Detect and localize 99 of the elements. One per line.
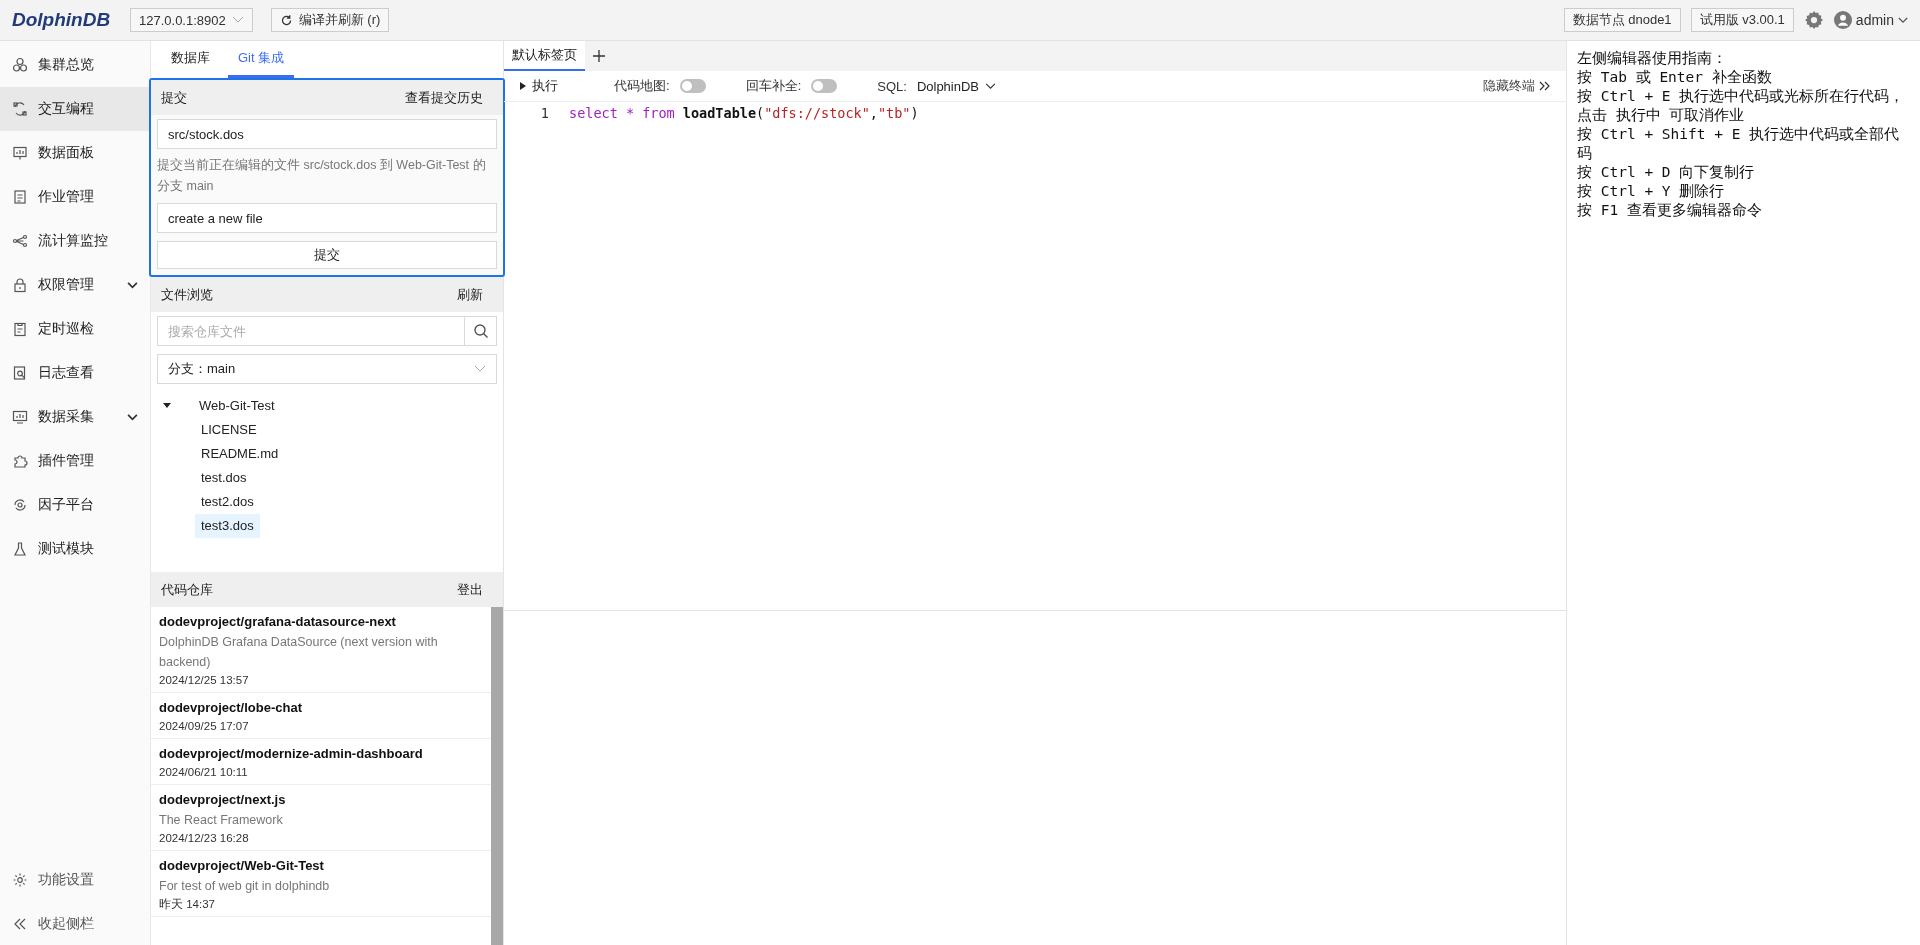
hide-terminal-button[interactable]: 隐藏终端 [1477,76,1556,96]
guide-line: 按 F1 查看更多编辑器命令 [1577,201,1763,220]
section-title: 文件浏览 [161,285,213,304]
sidebar-item[interactable]: 日志查看 [0,351,150,395]
repository-time: 2024/12/25 13:57 [159,673,250,688]
repository-time: 2024/12/23 16:28 [159,831,250,846]
search-field[interactable]: 搜索仓库文件 [157,316,465,346]
server-select[interactable]: 127.0.0.1:8902 [130,8,253,32]
panel-tab[interactable]: 数据库 [161,41,220,78]
minimap-label: 代码地图: [614,77,670,95]
guide-line: 按 Ctrl + D 向下复制行 [1577,163,1756,182]
sidebar-item[interactable]: 集群总览 [0,43,150,87]
chevron-down-icon [474,365,486,373]
scrollbar[interactable] [491,607,503,945]
chevron-down-icon[interactable] [127,413,138,421]
presentation-board-icon [12,145,28,161]
line-number: 1 [539,105,550,121]
tree-file[interactable]: LICENSE [195,418,263,442]
sidebar-item[interactable]: 作业管理 [0,175,150,219]
sidebar-item[interactable]: 交互编程 [0,87,150,131]
refresh-icon [279,13,293,27]
repository-name: dodevproject/modernize-admin-dashboard [159,745,424,763]
sidebar-item[interactable]: 因子平台 [0,483,150,527]
tree-folder[interactable]: Web-Git-Test [193,394,281,418]
autocomplete-label: 回车补全: [745,77,802,95]
logout-link[interactable]: 登出 [457,580,483,599]
editor-tab[interactable]: 默认标签页 [504,41,585,71]
double-chevron-right-icon [1539,81,1550,91]
double-chevron-icon [12,916,28,932]
tree-file[interactable]: test.dos [195,466,253,490]
repository-time: 2024/09/25 17:07 [159,719,250,734]
chevron-down-icon [231,16,244,24]
section-title: 代码仓库 [161,580,213,599]
node-badge[interactable]: 数据节点 dnode1 [1563,8,1681,32]
commit-description: 提交当前正在编辑的文件 src/stock.dos 到 Web-Git-Test 的分支 main [157,157,487,195]
sidebar-item[interactable]: 数据采集 [0,395,150,439]
flask-icon [12,541,28,557]
refresh-link[interactable]: 刷新 [457,285,483,304]
commit-history-link[interactable]: 查看提交历史 [405,88,483,107]
sidebar-item[interactable]: 功能设置 [0,858,150,902]
code-line: select * from loadTable("dfs://stock","tb") [569,105,919,121]
chevron-down-icon[interactable] [127,281,138,289]
clipboard-list-icon [12,189,28,205]
tree-file[interactable]: README.md [195,442,285,466]
tree-file[interactable]: test2.dos [195,490,260,514]
version-badge[interactable]: 试用版 v3.00.1 [1690,8,1794,32]
branch-select[interactable]: 分支：main [157,354,497,384]
search-button[interactable] [465,316,497,346]
minimap-toggle[interactable] [679,79,706,93]
monitor-chart-icon [12,409,28,425]
file-path-field[interactable]: src/stock.dos [157,119,497,149]
repository-name: dodevproject/lobe-chat [159,699,304,717]
tree-file[interactable]: test3.dos [195,514,260,538]
submit-button[interactable]: 提交 [157,241,497,269]
sql-label: SQL: [877,78,907,94]
user-avatar-icon [1833,11,1852,29]
clipboard-check-icon [12,321,28,337]
autocomplete-toggle[interactable] [811,79,838,93]
guide-line: 按 Ctrl + Shift + E 执行选中代码或全部代码 [1577,125,1901,163]
circles-icon [12,57,28,73]
compile-refresh-button[interactable]: 编译并刷新 (r) [270,8,390,32]
nodes-icon [12,233,28,249]
sidebar-item[interactable]: 收起侧栏 [0,902,150,945]
sidebar-item[interactable]: 插件管理 [0,439,150,483]
sidebar-item[interactable]: 流计算监控 [0,219,150,263]
repository-description: The React Framework [159,812,284,829]
caret-down-icon[interactable] [163,403,171,409]
chevron-down-icon [1898,16,1908,24]
repository-name: dodevproject/next.js [159,791,287,809]
settings-icon[interactable] [1803,10,1824,30]
sidebar-item[interactable]: 数据面板 [0,131,150,175]
repository-time: 昨天 14:37 [159,897,216,912]
commit-message-field[interactable]: create a new file [157,203,497,233]
plus-icon [593,50,605,62]
guide-line: 按 Ctrl + Y 删除行 [1577,182,1726,201]
puzzle-icon [12,453,28,469]
chevron-down-icon [985,82,997,90]
logo[interactable]: DolphinDB [12,9,112,31]
repository-description: DolphinDB Grafana DataSource (next version with backend) [159,634,439,671]
repository-time: 2024/06/21 10:11 [159,765,249,780]
repository-name: dodevproject/Web-Git-Test [159,857,325,875]
run-button[interactable]: 执行 [514,77,564,95]
guide-line: 按 Tab 或 Enter 补全函数 [1577,68,1773,87]
sidebar-item[interactable]: 权限管理 [0,263,150,307]
circular-arrows-icon [12,497,28,513]
document-search-icon [12,365,28,381]
section-title: 提交 [161,88,187,107]
guide-line: 按 Ctrl + E 执行选中代码或光标所在行代码，点击 执行中 可取消作业 [1577,87,1906,125]
sql-dialect-select[interactable]: DolphinDB [916,78,997,94]
play-icon [520,82,526,90]
sidebar-item[interactable]: 定时巡检 [0,307,150,351]
repository-name: dodevproject/grafana-datasource-next [159,613,397,631]
repository-description: For test of web git in dolphindb [159,878,331,895]
sidebar-item[interactable]: 测试模块 [0,527,150,571]
search-icon [472,323,489,339]
user-menu[interactable]: admin [1833,11,1908,29]
guide-line: 左侧编辑器使用指南： [1577,49,1728,68]
loop-arrows-icon [12,101,28,117]
lock-icon [12,277,28,293]
